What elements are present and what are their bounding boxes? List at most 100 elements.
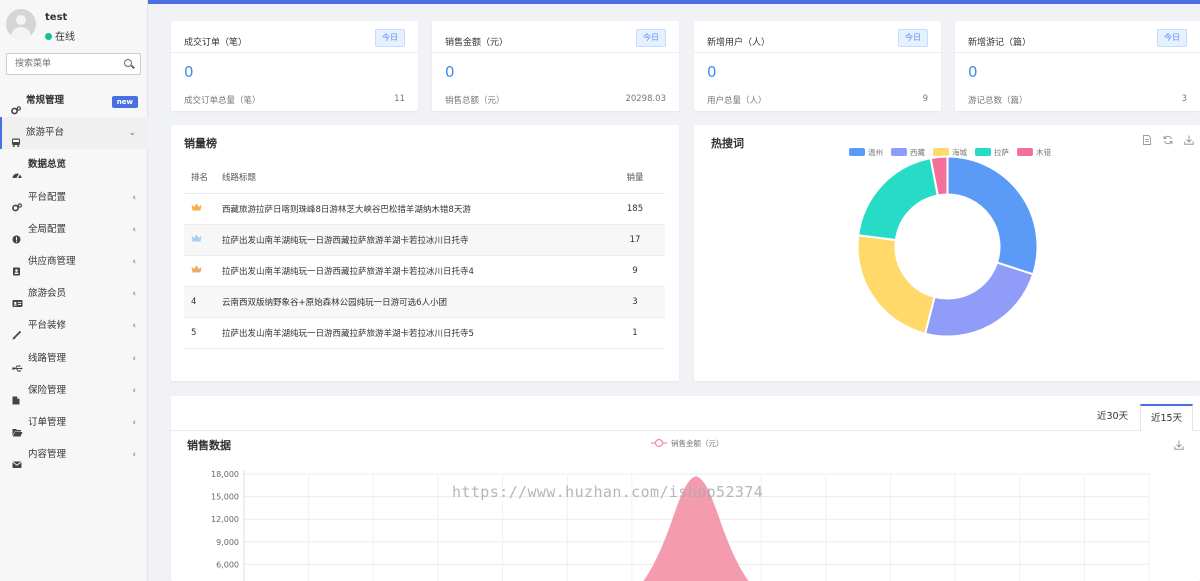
chevron-left-icon: ‹ bbox=[132, 321, 136, 332]
sidebar-item-label: 常规管理 bbox=[26, 95, 65, 106]
sidebar-item-supplier[interactable]: 供应商管理 ‹ bbox=[0, 246, 148, 278]
online-dot-icon bbox=[45, 33, 52, 40]
y-tick-label: 9,000 bbox=[216, 538, 239, 547]
sidebar-item-travel-platform[interactable]: 旅游平台 ⌄ bbox=[0, 117, 148, 150]
divider bbox=[171, 52, 418, 53]
sidebar-item-orders[interactable]: 订单管理 ‹ bbox=[0, 407, 148, 439]
donut-slice-温州[interactable] bbox=[946, 155, 1039, 276]
info-circle-icon bbox=[12, 226, 21, 244]
user-name: test bbox=[45, 12, 68, 23]
stat-foot-label: 用户总量（人） bbox=[707, 96, 767, 106]
today-tag: 今日 bbox=[375, 29, 405, 47]
stat-total: 9 bbox=[922, 94, 928, 104]
sidebar-item-general[interactable]: 常规管理 new bbox=[0, 85, 148, 117]
sidebar-item-label: 内容管理 bbox=[28, 449, 67, 461]
sales-count: 9 bbox=[605, 255, 665, 287]
sidebar-item-label: 旅游会员 bbox=[28, 288, 67, 300]
chevron-left-icon: ‹ bbox=[132, 192, 136, 203]
sidebar-item-content[interactable]: 内容管理 ‹ bbox=[0, 439, 148, 471]
table-row[interactable]: 西藏旅游拉萨日喀则珠峰8日游林芝大峡谷巴松措羊湖纳木错8天游 185 bbox=[184, 193, 665, 225]
search-icon[interactable] bbox=[124, 59, 132, 67]
stat-title: 新增用户（人） bbox=[707, 38, 771, 48]
chevron-left-icon: ‹ bbox=[132, 385, 136, 396]
file-icon bbox=[12, 387, 21, 405]
divider bbox=[432, 52, 679, 53]
table-row[interactable]: 4 云南西双版纳野象谷+原始森林公园纯玩一日游可选6人小团 3 bbox=[184, 286, 665, 318]
rank-cell bbox=[184, 255, 222, 287]
rank-number: 4 bbox=[184, 286, 222, 318]
table-header: 排名 线路标题 销量 bbox=[184, 162, 665, 194]
sidebar-item-decoration[interactable]: 平台装修 ‹ bbox=[0, 310, 148, 342]
watermark: https://www.huzhan.com/ishop52374 bbox=[452, 483, 764, 501]
hot-search-donut-chart bbox=[856, 155, 1039, 338]
folder-open-icon bbox=[12, 419, 23, 437]
sidebar-item-platform-config[interactable]: 平台配置 ‹ bbox=[0, 182, 148, 214]
stat-total: 20298.03 bbox=[625, 94, 666, 104]
donut-slice-拉萨[interactable] bbox=[857, 156, 939, 242]
stat-card-travelogs: 新增游记（篇） 今日 0 游记总数（篇） 3 bbox=[955, 21, 1200, 111]
y-tick-label: 18,000 bbox=[211, 470, 239, 479]
top-accent-bar bbox=[148, 0, 1200, 4]
stat-total: 11 bbox=[394, 94, 405, 104]
stat-title: 新增游记（篇） bbox=[968, 38, 1032, 48]
new-badge: new bbox=[111, 96, 138, 108]
sidebar-item-dashboard[interactable]: 数据总览 bbox=[0, 149, 148, 181]
rank-cell bbox=[184, 224, 222, 256]
donut-slice-海城[interactable] bbox=[856, 234, 936, 335]
sidebar-item-label: 平台配置 bbox=[28, 191, 67, 203]
sales-count: 185 bbox=[605, 193, 665, 225]
usb-icon bbox=[12, 355, 23, 372]
route-title: 拉萨出发山南羊湖纯玩一日游西藏拉萨旅游羊湖卡若拉冰川日托寺5 bbox=[222, 317, 605, 349]
stat-value: 0 bbox=[707, 63, 717, 81]
y-tick-label: 12,000 bbox=[211, 515, 239, 524]
sidebar-item-label: 供应商管理 bbox=[28, 255, 76, 267]
stat-total: 3 bbox=[1181, 94, 1187, 104]
sidebar-item-global-config[interactable]: 全局配置 ‹ bbox=[0, 214, 148, 246]
user-panel: test 在线 bbox=[0, 0, 147, 50]
sidebar-item-routes[interactable]: 线路管理 ‹ bbox=[0, 343, 148, 375]
menu-search-input[interactable] bbox=[7, 54, 112, 74]
ranking-panel: 销量榜 排名 线路标题 销量 西藏旅游拉萨日喀则珠峰8日游林芝大峡谷巴松措羊湖纳… bbox=[171, 125, 679, 381]
dashboard-icon bbox=[12, 161, 22, 179]
sidebar-item-members[interactable]: 旅游会员 ‹ bbox=[0, 278, 148, 310]
route-title: 拉萨出发山南羊湖纯玩一日游西藏拉萨旅游羊湖卡若拉冰川日托寺 bbox=[222, 224, 605, 256]
chevron-left-icon: ‹ bbox=[132, 353, 136, 364]
chevron-left-icon: ‹ bbox=[132, 224, 136, 235]
avatar[interactable] bbox=[6, 9, 36, 39]
crown-gold-icon bbox=[191, 203, 202, 211]
stat-card-orders: 成交订单（笔） 今日 0 成交订单总量（笔） 11 bbox=[171, 21, 418, 111]
route-title: 拉萨出发山南羊湖纯玩一日游西藏拉萨旅游羊湖卡若拉冰川日托寺4 bbox=[222, 255, 605, 287]
user-status: 在线 bbox=[45, 28, 75, 43]
chevron-left-icon: ‹ bbox=[132, 256, 136, 267]
bus-icon bbox=[11, 129, 20, 148]
donut-slice-西藏[interactable] bbox=[923, 261, 1035, 338]
chevron-down-icon: ⌄ bbox=[128, 128, 136, 139]
sidebar-item-label: 保险管理 bbox=[28, 384, 67, 396]
sidebar-item-insurance[interactable]: 保险管理 ‹ bbox=[0, 375, 148, 407]
sidebar-item-label: 平台装修 bbox=[28, 320, 67, 332]
crown-bronze-icon bbox=[191, 265, 202, 273]
column-header: 销量 bbox=[605, 162, 665, 194]
table-row[interactable]: 拉萨出发山南羊湖纯玩一日游西藏拉萨旅游羊湖卡若拉冰川日托寺 17 bbox=[184, 224, 665, 256]
table-row[interactable]: 5 拉萨出发山南羊湖纯玩一日游西藏拉萨旅游羊湖卡若拉冰川日托寺5 1 bbox=[184, 317, 665, 349]
sales-count: 17 bbox=[605, 224, 665, 256]
user-status-label: 在线 bbox=[55, 32, 75, 43]
hot-search-panel: 热搜词 温州 西藏 海城 拉萨 木错 bbox=[694, 125, 1200, 381]
menu-search bbox=[6, 53, 141, 75]
stat-value: 0 bbox=[445, 63, 455, 81]
divider bbox=[955, 52, 1200, 53]
legend-label[interactable]: 销售金额（元） bbox=[671, 438, 724, 448]
sidebar-item-label: 订单管理 bbox=[28, 416, 67, 428]
brush-icon bbox=[12, 322, 22, 340]
route-title: 云南西双版纳野象谷+原始森林公园纯玩一日游可选6人小团 bbox=[222, 286, 605, 318]
gears-icon bbox=[12, 194, 23, 211]
rank-number: 5 bbox=[184, 317, 222, 349]
crown-silver-icon bbox=[191, 234, 202, 242]
chevron-left-icon: ‹ bbox=[132, 289, 136, 300]
chevron-left-icon: ‹ bbox=[132, 450, 136, 461]
gears-icon bbox=[11, 97, 22, 115]
stat-title: 销售金额（元） bbox=[445, 38, 509, 48]
panel-title: 销量榜 bbox=[184, 137, 217, 150]
table-row[interactable]: 拉萨出发山南羊湖纯玩一日游西藏拉萨旅游羊湖卡若拉冰川日托寺4 9 bbox=[184, 255, 665, 287]
today-tag: 今日 bbox=[636, 29, 666, 47]
